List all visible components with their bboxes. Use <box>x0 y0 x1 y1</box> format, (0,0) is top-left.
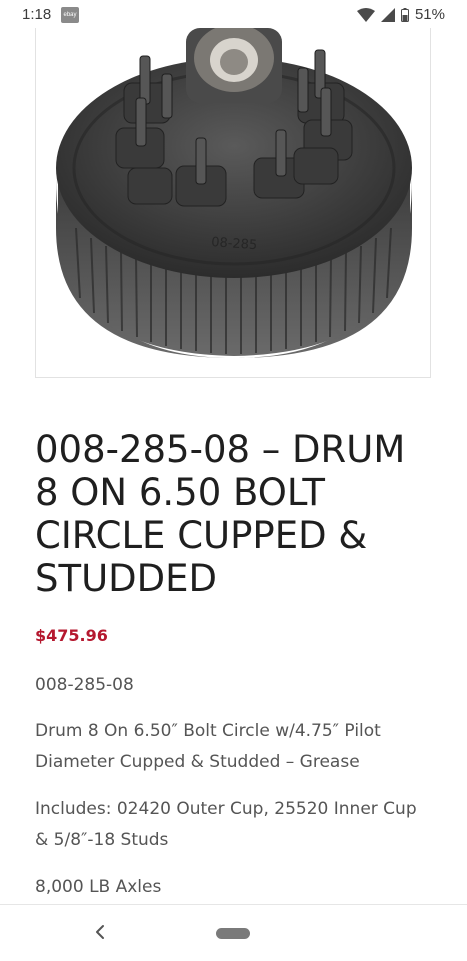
battery-icon <box>400 7 409 22</box>
svg-text:08-285: 08-285 <box>211 235 258 253</box>
status-bar: 1:18 ebay 51% <box>0 0 467 30</box>
back-icon[interactable] <box>94 923 106 941</box>
ebay-app-icon: ebay <box>61 7 79 23</box>
product-title: 008-285-08 – DRUM 8 ON 6.50 BOLT CIRCLE … <box>35 428 406 600</box>
product-image[interactable]: 08-285 <box>35 28 431 378</box>
status-indicators: 51% <box>356 6 445 23</box>
navigation-bar <box>0 904 467 961</box>
product-description: Drum 8 On 6.50″ Bolt Circle w/4.75″ Pilo… <box>35 721 381 772</box>
product-sku: 008-285-08 <box>35 675 134 695</box>
brake-drum-image: 08-285 <box>56 28 412 358</box>
product-axles: 8,000 LB Axles <box>35 877 162 897</box>
home-pill-button[interactable] <box>216 928 250 939</box>
battery-percent: 51% <box>414 6 445 23</box>
signal-icon <box>380 7 395 22</box>
product-price: $475.96 <box>35 626 108 645</box>
product-includes: Includes: 02420 Outer Cup, 25520 Inner C… <box>35 799 417 850</box>
status-time: 1:18 <box>22 6 52 23</box>
wifi-icon <box>356 7 375 22</box>
